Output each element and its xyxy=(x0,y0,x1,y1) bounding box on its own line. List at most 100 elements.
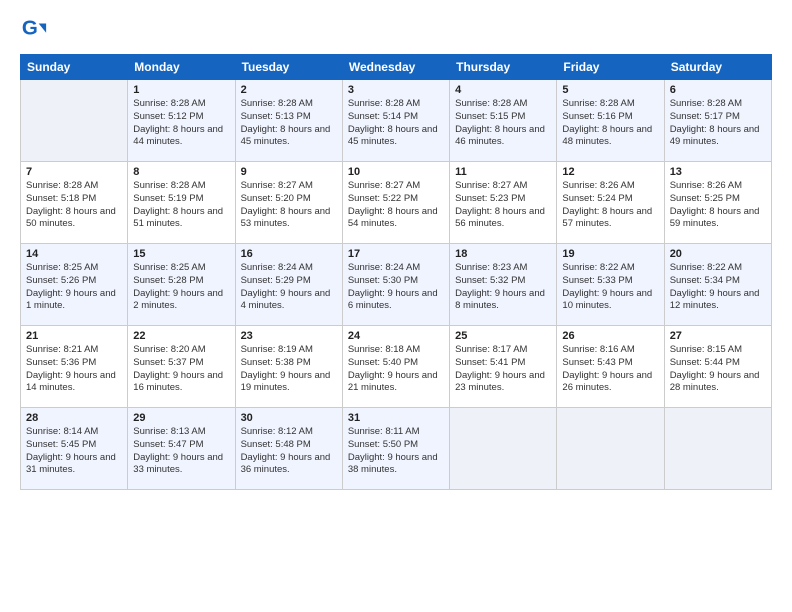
calendar-week-row: 7 Sunrise: 8:28 AMSunset: 5:18 PMDaylight… xyxy=(21,162,772,244)
cell-info: Sunrise: 8:28 AMSunset: 5:12 PMDaylight:… xyxy=(133,98,229,149)
calendar-cell: 9 Sunrise: 8:27 AMSunset: 5:20 PMDaylight… xyxy=(235,162,342,244)
page-header: G xyxy=(20,16,772,44)
day-number: 9 xyxy=(241,166,337,178)
cell-info: Sunrise: 8:20 AMSunset: 5:37 PMDaylight:… xyxy=(133,344,229,395)
cell-info: Sunrise: 8:24 AMSunset: 5:29 PMDaylight:… xyxy=(241,262,337,313)
calendar-cell: 21 Sunrise: 8:21 AMSunset: 5:36 PMDayligh… xyxy=(21,326,128,408)
calendar-cell: 28 Sunrise: 8:14 AMSunset: 5:45 PMDayligh… xyxy=(21,408,128,490)
weekday-header-sunday: Sunday xyxy=(21,55,128,80)
day-number: 8 xyxy=(133,166,229,178)
calendar-table: SundayMondayTuesdayWednesdayThursdayFrid… xyxy=(20,54,772,490)
day-number: 27 xyxy=(670,330,766,342)
cell-info: Sunrise: 8:26 AMSunset: 5:24 PMDaylight:… xyxy=(562,180,658,231)
day-number: 7 xyxy=(26,166,122,178)
weekday-header-saturday: Saturday xyxy=(664,55,771,80)
cell-info: Sunrise: 8:28 AMSunset: 5:17 PMDaylight:… xyxy=(670,98,766,149)
day-number: 1 xyxy=(133,84,229,96)
cell-info: Sunrise: 8:18 AMSunset: 5:40 PMDaylight:… xyxy=(348,344,444,395)
calendar-cell: 2 Sunrise: 8:28 AMSunset: 5:13 PMDaylight… xyxy=(235,80,342,162)
day-number: 29 xyxy=(133,412,229,424)
calendar-cell: 23Sunrise: 8:19 AMSunset: 5:38 PMDayligh… xyxy=(235,326,342,408)
day-number: 3 xyxy=(348,84,444,96)
cell-info: Sunrise: 8:13 AMSunset: 5:47 PMDaylight:… xyxy=(133,426,229,477)
cell-info: Sunrise: 8:25 AMSunset: 5:28 PMDaylight:… xyxy=(133,262,229,313)
cell-info: Sunrise: 8:15 AMSunset: 5:44 PMDaylight:… xyxy=(670,344,766,395)
calendar-cell: 1 Sunrise: 8:28 AMSunset: 5:12 PMDaylight… xyxy=(128,80,235,162)
cell-info: Sunrise: 8:25 AMSunset: 5:26 PMDaylight:… xyxy=(26,262,122,313)
calendar-cell: 15 Sunrise: 8:25 AMSunset: 5:28 PMDayligh… xyxy=(128,244,235,326)
day-number: 17 xyxy=(348,248,444,260)
day-number: 19 xyxy=(562,248,658,260)
cell-info: Sunrise: 8:16 AMSunset: 5:43 PMDaylight:… xyxy=(562,344,658,395)
weekday-header-wednesday: Wednesday xyxy=(342,55,449,80)
day-number: 31 xyxy=(348,412,444,424)
day-number: 21 xyxy=(26,330,122,342)
calendar-cell: 26 Sunrise: 8:16 AMSunset: 5:43 PMDayligh… xyxy=(557,326,664,408)
day-number: 16 xyxy=(241,248,337,260)
logo-icon: G xyxy=(20,16,48,44)
calendar-cell xyxy=(450,408,557,490)
calendar-cell: 19 Sunrise: 8:22 AMSunset: 5:33 PMDayligh… xyxy=(557,244,664,326)
cell-info: Sunrise: 8:28 AMSunset: 5:14 PMDaylight:… xyxy=(348,98,444,149)
cell-info: Sunrise: 8:23 AMSunset: 5:32 PMDaylight:… xyxy=(455,262,551,313)
cell-info: Sunrise: 8:11 AMSunset: 5:50 PMDaylight:… xyxy=(348,426,444,477)
day-number: 5 xyxy=(562,84,658,96)
day-number: 2 xyxy=(241,84,337,96)
calendar-cell: 5Sunrise: 8:28 AMSunset: 5:16 PMDaylight… xyxy=(557,80,664,162)
day-number: 20 xyxy=(670,248,766,260)
cell-info: Sunrise: 8:28 AMSunset: 5:19 PMDaylight:… xyxy=(133,180,229,231)
calendar-week-row: 28 Sunrise: 8:14 AMSunset: 5:45 PMDayligh… xyxy=(21,408,772,490)
day-number: 28 xyxy=(26,412,122,424)
calendar-cell: 25Sunrise: 8:17 AMSunset: 5:41 PMDayligh… xyxy=(450,326,557,408)
calendar-cell: 20Sunrise: 8:22 AMSunset: 5:34 PMDayligh… xyxy=(664,244,771,326)
weekday-header-friday: Friday xyxy=(557,55,664,80)
cell-info: Sunrise: 8:22 AMSunset: 5:33 PMDaylight:… xyxy=(562,262,658,313)
cell-info: Sunrise: 8:12 AMSunset: 5:48 PMDaylight:… xyxy=(241,426,337,477)
weekday-header-monday: Monday xyxy=(128,55,235,80)
calendar-cell: 13Sunrise: 8:26 AMSunset: 5:25 PMDayligh… xyxy=(664,162,771,244)
cell-info: Sunrise: 8:14 AMSunset: 5:45 PMDaylight:… xyxy=(26,426,122,477)
cell-info: Sunrise: 8:28 AMSunset: 5:15 PMDaylight:… xyxy=(455,98,551,149)
cell-info: Sunrise: 8:21 AMSunset: 5:36 PMDaylight:… xyxy=(26,344,122,395)
calendar-cell: 31 Sunrise: 8:11 AMSunset: 5:50 PMDayligh… xyxy=(342,408,449,490)
cell-info: Sunrise: 8:28 AMSunset: 5:13 PMDaylight:… xyxy=(241,98,337,149)
cell-info: Sunrise: 8:27 AMSunset: 5:23 PMDaylight:… xyxy=(455,180,551,231)
cell-info: Sunrise: 8:17 AMSunset: 5:41 PMDaylight:… xyxy=(455,344,551,395)
calendar-cell: 27 Sunrise: 8:15 AMSunset: 5:44 PMDayligh… xyxy=(664,326,771,408)
calendar-cell xyxy=(664,408,771,490)
calendar-cell: 22Sunrise: 8:20 AMSunset: 5:37 PMDayligh… xyxy=(128,326,235,408)
weekday-header-tuesday: Tuesday xyxy=(235,55,342,80)
day-number: 4 xyxy=(455,84,551,96)
day-number: 26 xyxy=(562,330,658,342)
day-number: 10 xyxy=(348,166,444,178)
calendar-cell: 12 Sunrise: 8:26 AMSunset: 5:24 PMDayligh… xyxy=(557,162,664,244)
calendar-cell: 8 Sunrise: 8:28 AMSunset: 5:19 PMDaylight… xyxy=(128,162,235,244)
calendar-cell: 18 Sunrise: 8:23 AMSunset: 5:32 PMDayligh… xyxy=(450,244,557,326)
weekday-header-thursday: Thursday xyxy=(450,55,557,80)
calendar-cell: 24 Sunrise: 8:18 AMSunset: 5:40 PMDayligh… xyxy=(342,326,449,408)
day-number: 18 xyxy=(455,248,551,260)
calendar-week-row: 21 Sunrise: 8:21 AMSunset: 5:36 PMDayligh… xyxy=(21,326,772,408)
cell-info: Sunrise: 8:28 AMSunset: 5:18 PMDaylight:… xyxy=(26,180,122,231)
day-number: 12 xyxy=(562,166,658,178)
calendar-cell: 14 Sunrise: 8:25 AMSunset: 5:26 PMDayligh… xyxy=(21,244,128,326)
calendar-cell xyxy=(557,408,664,490)
day-number: 24 xyxy=(348,330,444,342)
calendar-cell: 30Sunrise: 8:12 AMSunset: 5:48 PMDayligh… xyxy=(235,408,342,490)
calendar-cell: 6Sunrise: 8:28 AMSunset: 5:17 PMDaylight… xyxy=(664,80,771,162)
svg-text:G: G xyxy=(22,17,38,40)
weekday-header-row: SundayMondayTuesdayWednesdayThursdayFrid… xyxy=(21,55,772,80)
calendar-week-row: 14 Sunrise: 8:25 AMSunset: 5:26 PMDayligh… xyxy=(21,244,772,326)
day-number: 14 xyxy=(26,248,122,260)
calendar-cell: 29 Sunrise: 8:13 AMSunset: 5:47 PMDayligh… xyxy=(128,408,235,490)
calendar-page: G SundayMondayTuesdayWednesdayThursdayFr… xyxy=(0,0,792,612)
cell-info: Sunrise: 8:24 AMSunset: 5:30 PMDaylight:… xyxy=(348,262,444,313)
calendar-cell xyxy=(21,80,128,162)
cell-info: Sunrise: 8:27 AMSunset: 5:20 PMDaylight:… xyxy=(241,180,337,231)
day-number: 15 xyxy=(133,248,229,260)
calendar-cell: 17 Sunrise: 8:24 AMSunset: 5:30 PMDayligh… xyxy=(342,244,449,326)
calendar-cell: 10Sunrise: 8:27 AMSunset: 5:22 PMDayligh… xyxy=(342,162,449,244)
calendar-cell: 16 Sunrise: 8:24 AMSunset: 5:29 PMDayligh… xyxy=(235,244,342,326)
logo: G xyxy=(20,16,52,44)
day-number: 11 xyxy=(455,166,551,178)
